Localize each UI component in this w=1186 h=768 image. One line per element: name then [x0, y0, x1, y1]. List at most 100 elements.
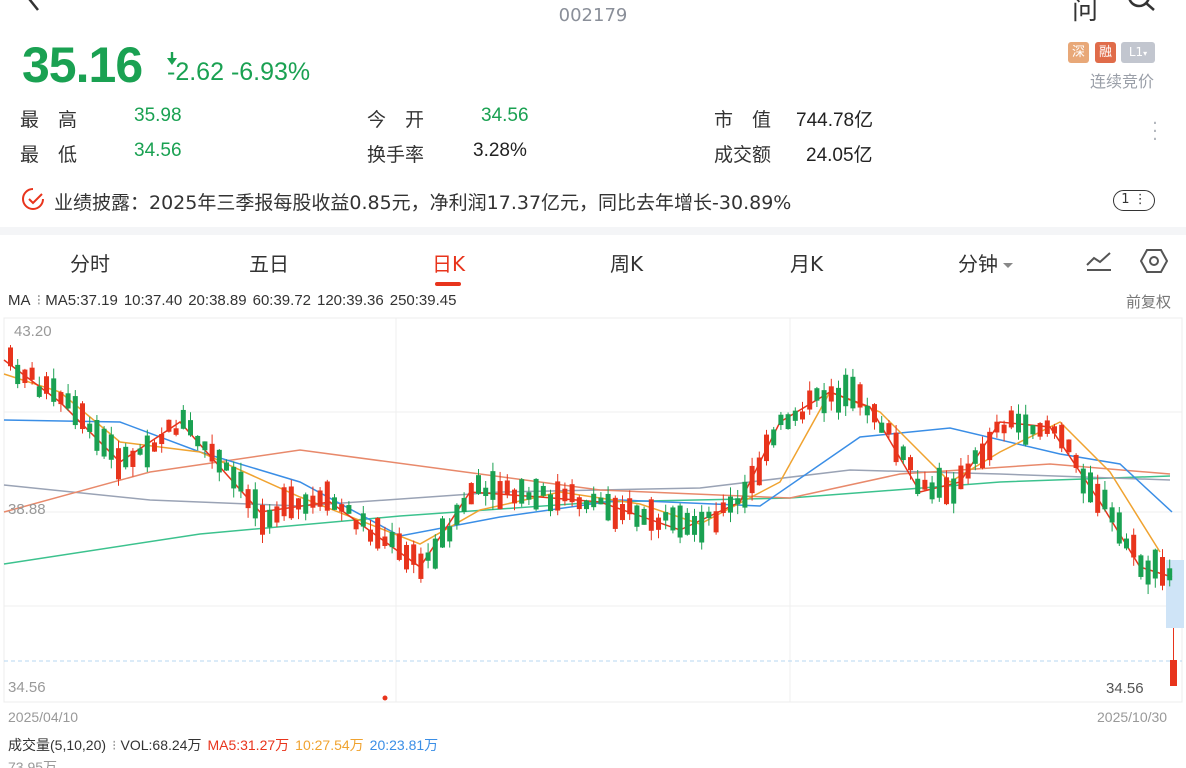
candle-body [418, 553, 424, 579]
ask-button[interactable]: 问 [1072, 0, 1098, 27]
tab-intraday[interactable]: 分时 [70, 248, 110, 277]
candle-body [1138, 555, 1144, 577]
candle-body [778, 414, 784, 426]
candle-body [166, 419, 172, 432]
ma-legend[interactable]: MA ⁝ MA5:37.19 10:37.40 20:38.89 60:39.72 120:… [8, 291, 462, 309]
candle-body [116, 448, 121, 480]
candle-body [368, 529, 373, 542]
disclosure-count-badge[interactable]: 1 ⋮ [1113, 190, 1155, 211]
more-vertical-icon[interactable]: · · · [1150, 115, 1160, 149]
candle-body [260, 504, 265, 535]
candle-body [1152, 549, 1158, 579]
price-change: -2.62 -6.93% [167, 58, 310, 87]
candle-body [836, 387, 841, 413]
candle-body [936, 467, 942, 498]
candle-body [994, 421, 1000, 433]
candle-body [843, 374, 849, 407]
candle-body [620, 504, 625, 521]
candle-body [735, 498, 741, 505]
candle-body [749, 465, 755, 494]
candle-body [1080, 468, 1086, 494]
candle-body [742, 481, 748, 508]
ma250-value: 250:39.45 [389, 292, 457, 309]
candle-body [512, 489, 517, 504]
candle-body [605, 493, 611, 521]
candle-body [173, 428, 179, 435]
draw-line-icon[interactable] [1085, 249, 1113, 273]
candle-body [677, 505, 683, 538]
candle-body [1160, 557, 1165, 586]
volume-legend[interactable]: 成交量(5,10,20) ⁝ VOL:68.24万 MA5:31.27万 10:27.5… [8, 735, 444, 755]
kline-chart[interactable] [0, 312, 1186, 704]
report-icon [22, 188, 44, 210]
candle-body [1116, 512, 1122, 544]
tag-margin: 融 [1095, 42, 1116, 63]
candle-body [872, 404, 877, 423]
candle-body [137, 448, 143, 455]
tab-weekly-k[interactable]: 周K [610, 248, 643, 277]
candle-body [965, 463, 971, 479]
earnings-disclosure[interactable]: 业绩披露：2025年三季报每股收益0.85元，净利润17.37亿元，同比去年增长… [54, 188, 791, 215]
candle-body [1023, 414, 1029, 445]
candle-body [360, 513, 366, 527]
candle-body [900, 446, 906, 461]
candle-body [404, 544, 409, 570]
change-value: -2.62 [167, 58, 224, 86]
tab-monthly-k[interactable]: 月K [790, 248, 823, 277]
candle-body [1059, 424, 1065, 449]
ma-curve [3, 359, 1173, 578]
candle-body [209, 443, 215, 462]
candle-body [1088, 472, 1093, 503]
candle-body [663, 512, 669, 521]
candle-body [980, 443, 985, 468]
candle-body [152, 442, 157, 452]
candle-body [807, 390, 813, 410]
candle-body [972, 450, 978, 464]
candle-body [144, 435, 150, 468]
adjustment-mode[interactable]: 前复权 [1126, 291, 1171, 312]
candle-body [432, 538, 438, 569]
section-divider [0, 227, 1186, 235]
candle-body [123, 446, 129, 468]
candle-body [1109, 507, 1115, 523]
top-bar: 002179 问 [0, 0, 1186, 30]
candle-body [1095, 483, 1101, 513]
candle-body [944, 477, 949, 505]
ma10-value: 10:37.40 [123, 292, 183, 309]
stat-label-open: 今 开 [367, 109, 425, 131]
stat-value-amount: 24.05亿 [806, 145, 873, 166]
candle-body [857, 384, 863, 408]
stat-value-turnover: 3.28% [473, 140, 527, 161]
candle-body [58, 392, 64, 405]
candle-body [346, 505, 352, 514]
tag-level1[interactable]: L1▾ [1121, 42, 1155, 63]
stat-value-market-cap: 744.78亿 [796, 110, 874, 131]
candle-body [483, 487, 489, 497]
y-axis-top-label: 43.20 [14, 323, 52, 340]
candle-body [224, 462, 229, 471]
candle-body [576, 497, 582, 510]
candle-body [108, 434, 114, 460]
tab-five-day[interactable]: 五日 [249, 248, 289, 277]
candle-body [670, 507, 676, 531]
settings-icon[interactable] [1140, 247, 1168, 275]
candle-body [87, 423, 93, 432]
candle-body [1008, 410, 1014, 428]
candle-body [375, 517, 381, 549]
search-icon[interactable] [1124, 0, 1158, 18]
ma120-value: 120:39.36 [317, 292, 384, 309]
candle-body [288, 486, 294, 519]
tab-minute[interactable]: 分钟 [958, 248, 1013, 277]
candle-body [447, 526, 453, 542]
candle-body [281, 487, 287, 517]
stat-value-high: 35.98 [134, 105, 182, 126]
ma20-value: 20:38.89 [188, 292, 247, 309]
candle-body [44, 376, 49, 394]
candle-body [245, 489, 251, 509]
candle-body [159, 434, 165, 445]
candle-body [785, 414, 791, 430]
candle-body [828, 386, 834, 402]
candle-body [274, 506, 280, 523]
candle-body [29, 367, 35, 380]
tab-daily-k[interactable]: 日K [432, 248, 465, 277]
